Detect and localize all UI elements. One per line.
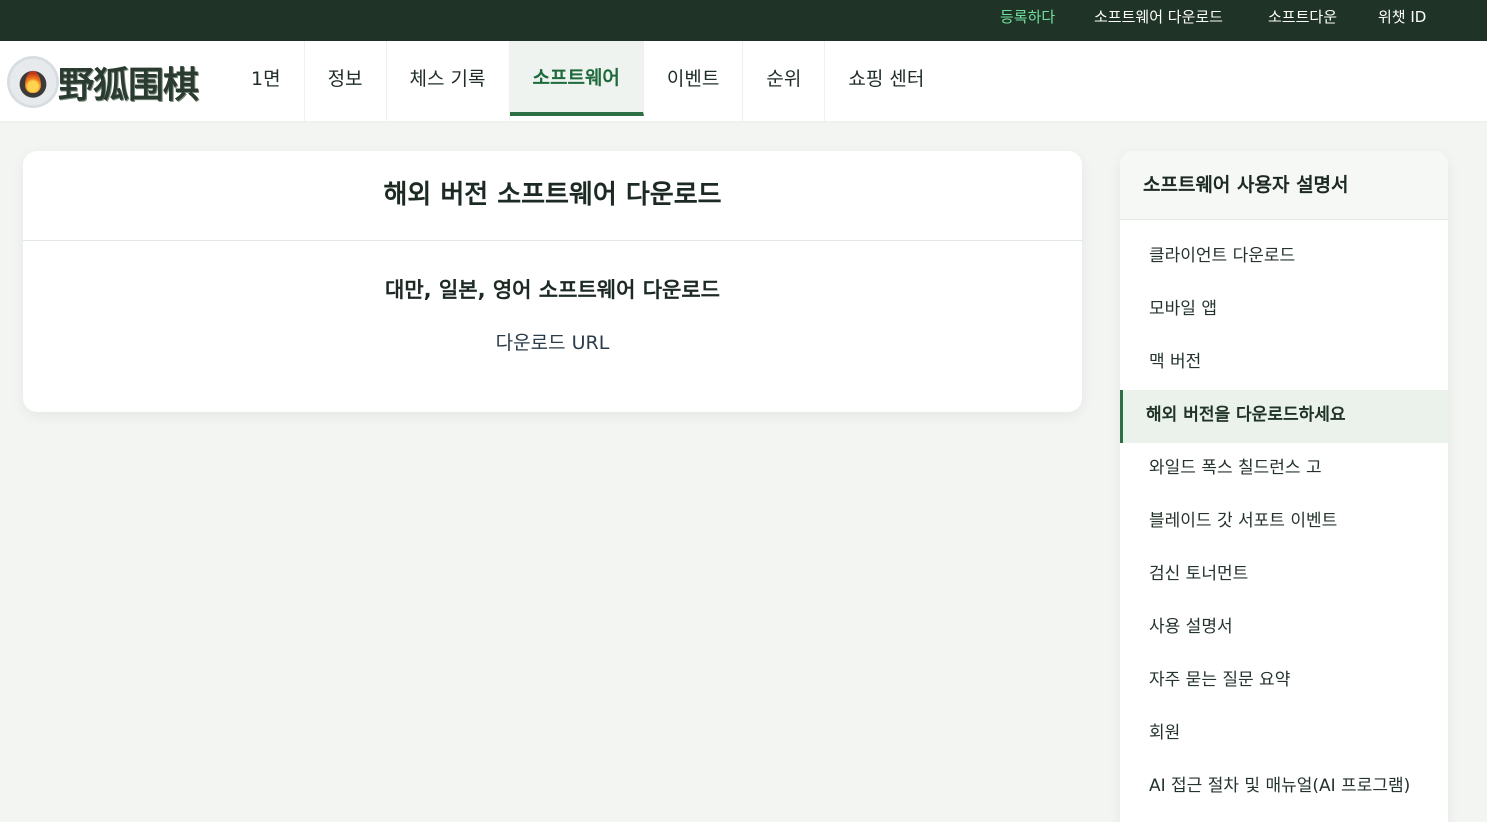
nav-item-ranking[interactable]: 순위 — [743, 41, 826, 121]
section-subtitle: 대만, 일본, 영어 소프트웨어 다운로드 — [385, 278, 720, 302]
site-header: 野狐围棋 1면 정보 체스 기록 소프트웨어 이벤트 순위 쇼핑 센터 — [0, 41, 1487, 121]
sidebar: 소프트웨어 사용자 설명서 클라이언트 다운로드 모바일 앱 맥 버전 해외 버… — [1120, 151, 1448, 822]
sidebar-item-membership[interactable]: 회원 — [1120, 708, 1448, 761]
logo-wordmark: 野狐围棋 — [58, 64, 199, 106]
sidebar-item-blade-god-event[interactable]: 블레이드 갓 서포트 이벤트 — [1120, 496, 1448, 549]
sidebar-item-mobile-app[interactable]: 모바일 앱 — [1120, 284, 1448, 337]
download-url-link[interactable]: 다운로드 URL — [23, 328, 1082, 355]
wechat-id-link[interactable]: 위챗 ID — [1378, 0, 1426, 34]
nav-item-software[interactable]: 소프트웨어 — [509, 41, 644, 116]
sidebar-item-kids-go[interactable]: 와일드 폭스 칠드런스 고 — [1120, 443, 1448, 496]
nav-item-events[interactable]: 이벤트 — [644, 41, 744, 121]
sidebar-item-sword-tournament[interactable]: 검신 토너먼트 — [1120, 549, 1448, 602]
sidebar-item-ai-access[interactable]: AI 접근 절차 및 매뉴얼(AI 프로그램) — [1120, 761, 1448, 814]
main-nav: 1면 정보 체스 기록 소프트웨어 이벤트 순위 쇼핑 센터 — [228, 41, 947, 121]
flame-logo-icon — [10, 59, 56, 105]
sidebar-item-mac-version[interactable]: 맥 버전 — [1120, 337, 1448, 390]
page-title: 해외 버전 소프트웨어 다운로드 — [23, 151, 1082, 241]
site-logo[interactable]: 野狐围棋 — [10, 51, 215, 113]
nav-item-shopping[interactable]: 쇼핑 센터 — [825, 41, 947, 121]
content-card: 해외 버전 소프트웨어 다운로드 대만, 일본, 영어 소프트웨어 다운로드 다… — [23, 151, 1082, 412]
sidebar-item-client-download[interactable]: 클라이언트 다운로드 — [1120, 231, 1448, 284]
sidebar-title: 소프트웨어 사용자 설명서 — [1120, 151, 1448, 220]
software-download-link[interactable]: 소프트웨어 다운로드 — [1094, 0, 1223, 34]
sidebar-item-faq[interactable]: 자주 묻는 질문 요약 — [1120, 655, 1448, 708]
nav-item-info[interactable]: 정보 — [305, 41, 387, 121]
register-link[interactable]: 등록하다 — [1000, 0, 1055, 34]
soft-down-link[interactable]: 소프트다운 — [1268, 0, 1337, 34]
sidebar-list: 클라이언트 다운로드 모바일 앱 맥 버전 해외 버전을 다운로드하세요 와일드… — [1120, 220, 1448, 814]
nav-item-game-records[interactable]: 체스 기록 — [387, 41, 510, 121]
sidebar-item-user-manual[interactable]: 사용 설명서 — [1120, 602, 1448, 655]
sidebar-item-overseas-download[interactable]: 해외 버전을 다운로드하세요 — [1120, 390, 1448, 443]
flame-icon — [25, 71, 41, 93]
top-utility-bar: 등록하다 소프트웨어 다운로드 소프트다운 위챗 ID — [0, 0, 1487, 41]
nav-item-front-page[interactable]: 1면 — [228, 41, 305, 121]
